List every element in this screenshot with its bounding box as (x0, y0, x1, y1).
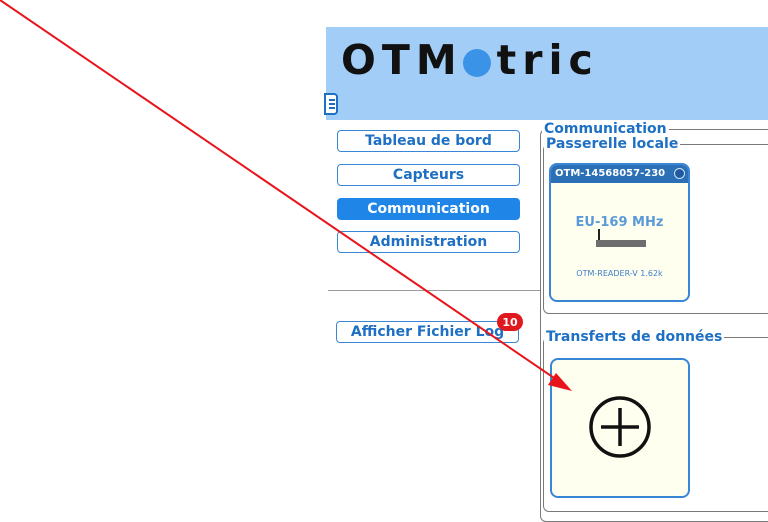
local-gateway-legend: Passerelle locale (544, 136, 681, 152)
menu-toggle-icon[interactable] (324, 93, 338, 115)
sidebar-item-administration[interactable]: Administration (337, 231, 520, 253)
antenna-icon (598, 229, 600, 240)
logo-e-circle (462, 49, 491, 77)
add-transfer-button[interactable] (550, 358, 690, 498)
app-logo: OTM tric (341, 36, 599, 84)
app-header: OTM tric (324, 27, 768, 120)
communication-legend: Communication (542, 121, 669, 137)
show-log-file-button[interactable]: Afficher Fichier Log (336, 321, 519, 343)
gateway-card[interactable]: OTM-14568057-230 EU-169 MHz OTM-READER-V… (549, 163, 690, 302)
reader-device-icon (596, 240, 646, 247)
gateway-version: OTM-READER-V 1.62k (576, 269, 663, 278)
sidebar-item-capteurs[interactable]: Capteurs (337, 164, 520, 186)
sidebar-item-communication[interactable]: Communication (337, 198, 520, 220)
gateway-id: OTM-14568057-230 (551, 165, 688, 183)
notification-badge: 10 (497, 313, 523, 331)
status-led-icon (674, 168, 685, 179)
sidebar-divider (328, 290, 541, 291)
data-transfers-legend: Transferts de données (544, 329, 725, 345)
sidebar-item-tableau-de-bord[interactable]: Tableau de bord (337, 130, 520, 152)
plus-circle-icon (589, 396, 651, 458)
gateway-frequency: EU-169 MHz (575, 215, 664, 230)
